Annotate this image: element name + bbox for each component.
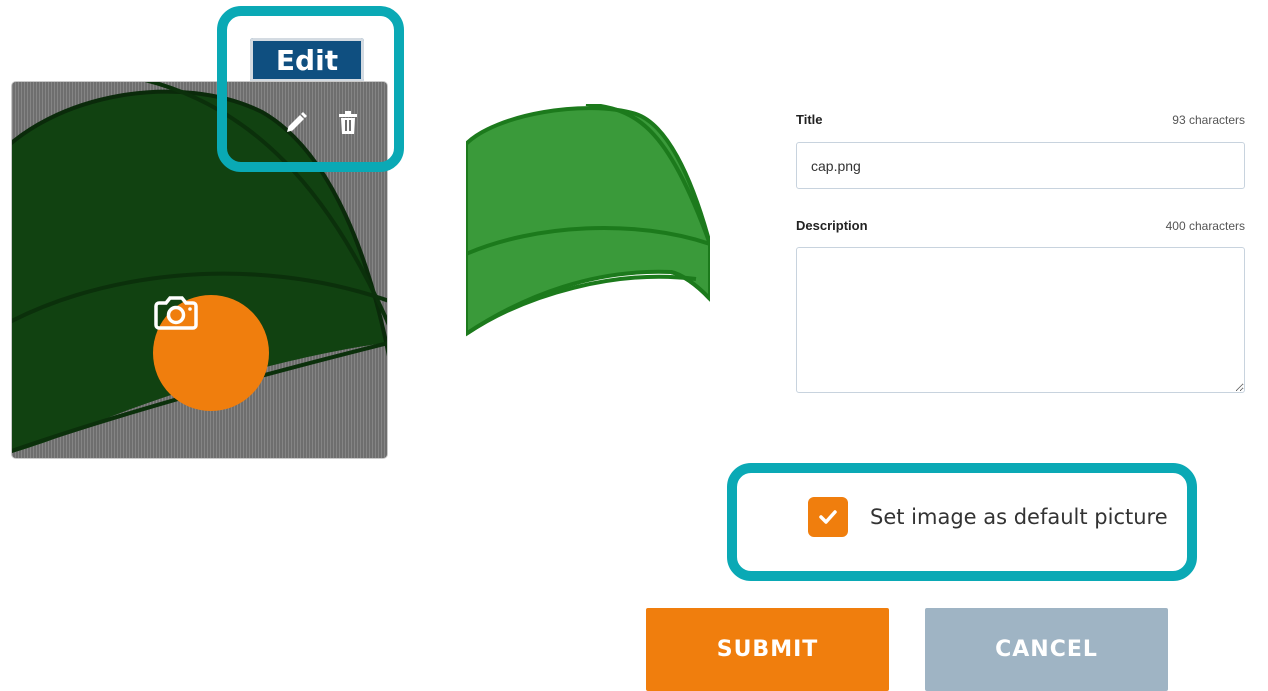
camera-upload-button[interactable] [153,295,269,411]
title-label: Title [796,112,823,127]
edit-tag: Edit [250,38,364,82]
submit-button[interactable]: SUBMIT [646,608,889,691]
checkmark-icon [819,510,837,524]
description-label: Description [796,218,868,233]
trash-icon [339,111,357,134]
default-picture-checkbox[interactable] [808,497,848,537]
cancel-button[interactable]: CANCEL [925,608,1168,691]
camera-icon [154,296,198,330]
cap-preview-image [466,104,710,337]
title-char-count: 93 characters [1172,113,1245,127]
description-char-count: 400 characters [1165,219,1245,233]
delete-image-button[interactable] [335,110,361,136]
description-textarea[interactable] [796,247,1245,393]
default-picture-label: Set image as default picture [870,505,1168,529]
edit-image-button[interactable] [283,110,309,136]
image-tile[interactable] [12,82,387,458]
tile-actions [283,110,361,136]
default-picture-row: Set image as default picture [808,497,1168,537]
pencil-icon [287,112,307,132]
title-input[interactable] [796,142,1245,189]
image-edit-screen: Edit Title 93 characters cap.png Descrip… [0,0,1268,691]
